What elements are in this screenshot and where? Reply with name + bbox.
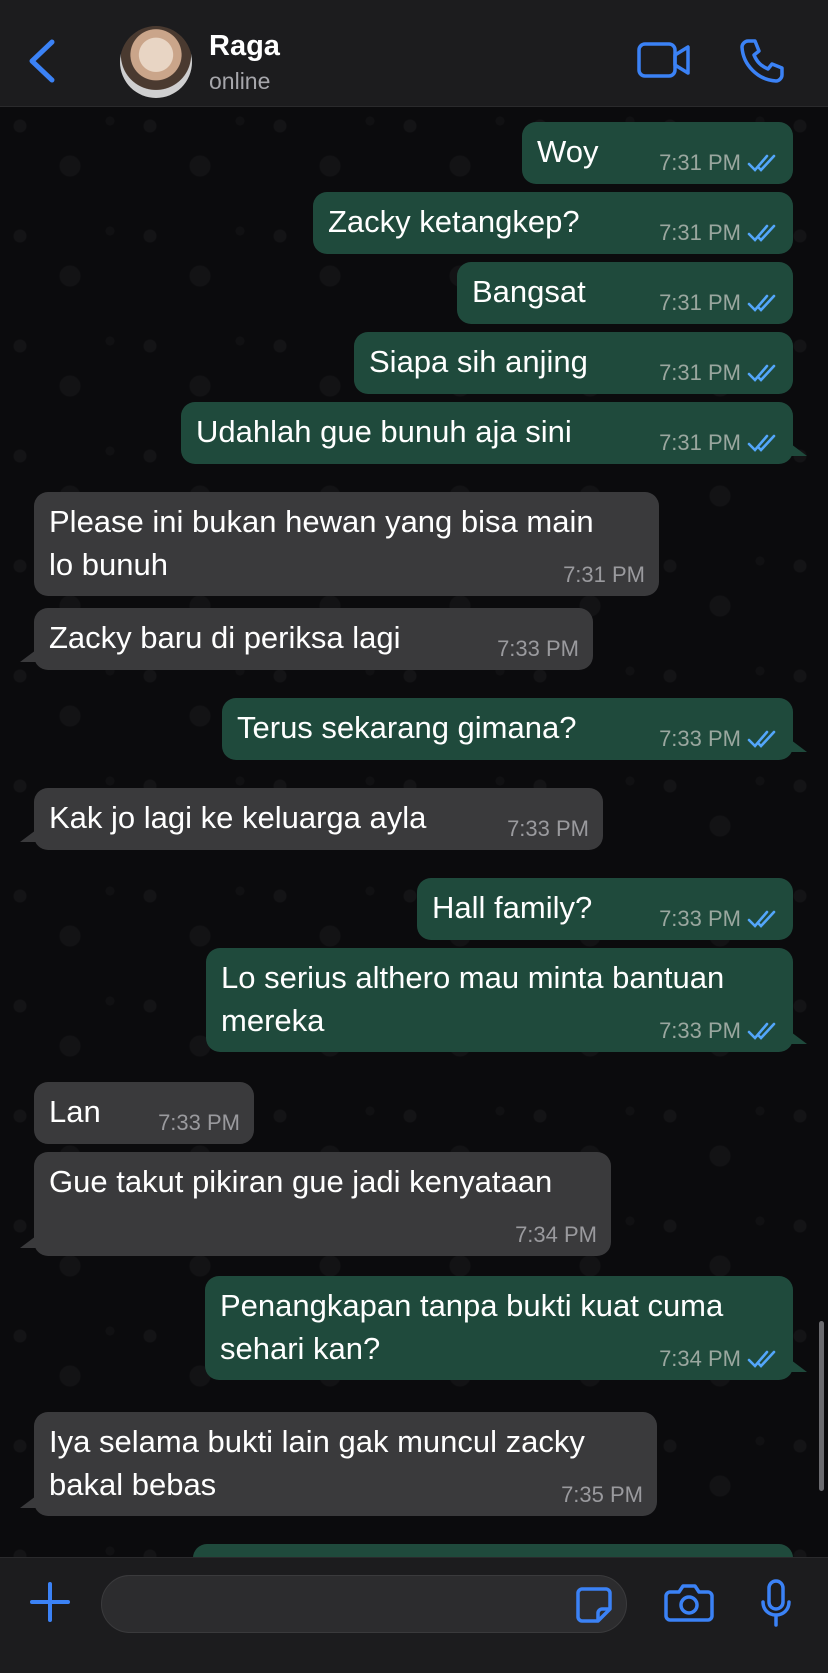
message-text: Gue takut pikiran gue jadi kenyataan [49, 1164, 553, 1199]
message-text-line: lo bunuh [49, 547, 168, 582]
message-bubble-outgoing[interactable]: Woy 7:31 PM [522, 122, 793, 184]
message-bubble-outgoing[interactable]: Hall family? 7:33 PM [417, 878, 793, 940]
message-time: 7:33 PM [659, 726, 741, 751]
message-time: 7:31 PM [659, 360, 741, 385]
message-time: 7:31 PM [659, 290, 741, 315]
read-ticks-icon [747, 434, 776, 452]
message-meta: 7:33 PM [507, 817, 589, 841]
message-meta: 7:31 PM [659, 291, 779, 315]
message-meta: 7:35 PM [561, 1483, 643, 1507]
message-time: 7:34 PM [515, 1222, 597, 1247]
message-time: 7:33 PM [158, 1110, 240, 1135]
message-bubble-outgoing-partial[interactable] [193, 1544, 793, 1557]
message-time: 7:33 PM [507, 816, 589, 841]
message-text-line: Please ini bukan hewan yang bisa main [49, 504, 594, 539]
message-bubble-incoming[interactable]: Lan 7:33 PM [34, 1082, 254, 1144]
message-time: 7:31 PM [659, 150, 741, 175]
message-time: 7:31 PM [563, 562, 645, 587]
read-ticks-icon [747, 1022, 776, 1040]
message-bubble-outgoing[interactable]: Penangkapan tanpa bukti kuat cuma sehari… [205, 1276, 807, 1380]
read-ticks-icon [747, 224, 776, 242]
message-time: 7:34 PM [659, 1346, 741, 1371]
bubble-tail [20, 650, 36, 662]
read-ticks-icon [747, 294, 776, 312]
chat-header: Raga online [0, 0, 828, 107]
message-bubble-incoming[interactable]: Iya selama bukti lain gak muncul zacky b… [20, 1412, 657, 1516]
contact-status: online [209, 68, 271, 94]
message-bubble-outgoing[interactable]: Siapa sih anjing 7:31 PM [354, 332, 793, 394]
message-meta: 7:34 PM [659, 1347, 779, 1371]
message-text-line: Penangkapan tanpa bukti kuat cuma [220, 1288, 724, 1323]
contact-avatar[interactable] [120, 26, 192, 98]
plus-icon[interactable] [28, 1580, 72, 1624]
message-time: 7:33 PM [659, 1018, 741, 1043]
read-ticks-icon [747, 1350, 776, 1368]
chat-messages[interactable]: Woy 7:31 PM Zacky ketangkep? 7:31 PM Ban… [0, 106, 828, 1557]
message-bubble-outgoing[interactable]: Lo serius althero mau minta bantuan mere… [206, 948, 807, 1052]
phone-call-icon[interactable] [738, 36, 786, 84]
message-bubble-outgoing[interactable]: Bangsat 7:31 PM [457, 262, 793, 324]
camera-icon[interactable] [664, 1580, 714, 1624]
message-time: 7:31 PM [659, 430, 741, 455]
video-call-icon[interactable] [636, 38, 692, 82]
read-ticks-icon [747, 154, 776, 172]
bubble-tail [791, 1032, 807, 1044]
message-bubble-incoming[interactable]: Gue takut pikiran gue jadi kenyataan 7:3… [20, 1152, 611, 1256]
message-meta: 7:33 PM [659, 1019, 779, 1043]
message-bubble-incoming[interactable]: Zacky baru di periksa lagi 7:33 PM [20, 608, 593, 670]
read-ticks-icon [747, 910, 776, 928]
message-bubble-outgoing[interactable]: Terus sekarang gimana? 7:33 PM [222, 698, 807, 760]
message-time: 7:33 PM [659, 906, 741, 931]
message-meta: 7:33 PM [497, 637, 579, 661]
message-time: 7:35 PM [561, 1482, 643, 1507]
back-chevron-icon[interactable] [20, 36, 64, 86]
message-text-line: Iya selama bukti lain gak muncul zacky [49, 1424, 585, 1459]
message-meta: 7:31 PM [659, 151, 779, 175]
message-meta: 7:34 PM [515, 1223, 597, 1247]
message-meta: 7:33 PM [659, 727, 779, 751]
message-time: 7:33 PM [497, 636, 579, 661]
message-meta: 7:31 PM [659, 431, 779, 455]
read-ticks-icon [747, 364, 776, 382]
message-composer [0, 1557, 828, 1673]
message-meta: 7:31 PM [659, 361, 779, 385]
read-ticks-icon [747, 730, 776, 748]
message-meta: 7:33 PM [158, 1111, 240, 1135]
message-bubble-incoming[interactable]: Kak jo lagi ke keluarga ayla 7:33 PM [20, 788, 603, 850]
message-bubble-outgoing[interactable]: Zacky ketangkep? 7:31 PM [313, 192, 793, 254]
message-text-line: bakal bebas [49, 1467, 217, 1502]
contact-name[interactable]: Raga [209, 30, 280, 63]
bubble-tail [791, 444, 807, 456]
bubble-tail [791, 740, 807, 752]
message-meta: 7:33 PM [659, 907, 779, 931]
sticker-icon[interactable] [574, 1585, 614, 1625]
message-text-line: Lo serius althero mau minta bantuan [221, 960, 725, 995]
message-meta: 7:31 PM [563, 563, 645, 587]
message-time: 7:31 PM [659, 220, 741, 245]
message-input[interactable] [101, 1575, 627, 1633]
chat-scrollbar[interactable] [819, 1321, 824, 1491]
message-bubble-incoming[interactable]: Please ini bukan hewan yang bisa main lo… [34, 492, 659, 596]
bubble-tail [20, 1236, 36, 1248]
bubble-tail [791, 1360, 807, 1372]
message-meta: 7:31 PM [659, 221, 779, 245]
bubble-tail [20, 1496, 36, 1508]
message-bubble-outgoing[interactable]: Udahlah gue bunuh aja sini 7:31 PM [181, 402, 807, 464]
bubble-tail [20, 830, 36, 842]
microphone-icon[interactable] [759, 1578, 793, 1628]
